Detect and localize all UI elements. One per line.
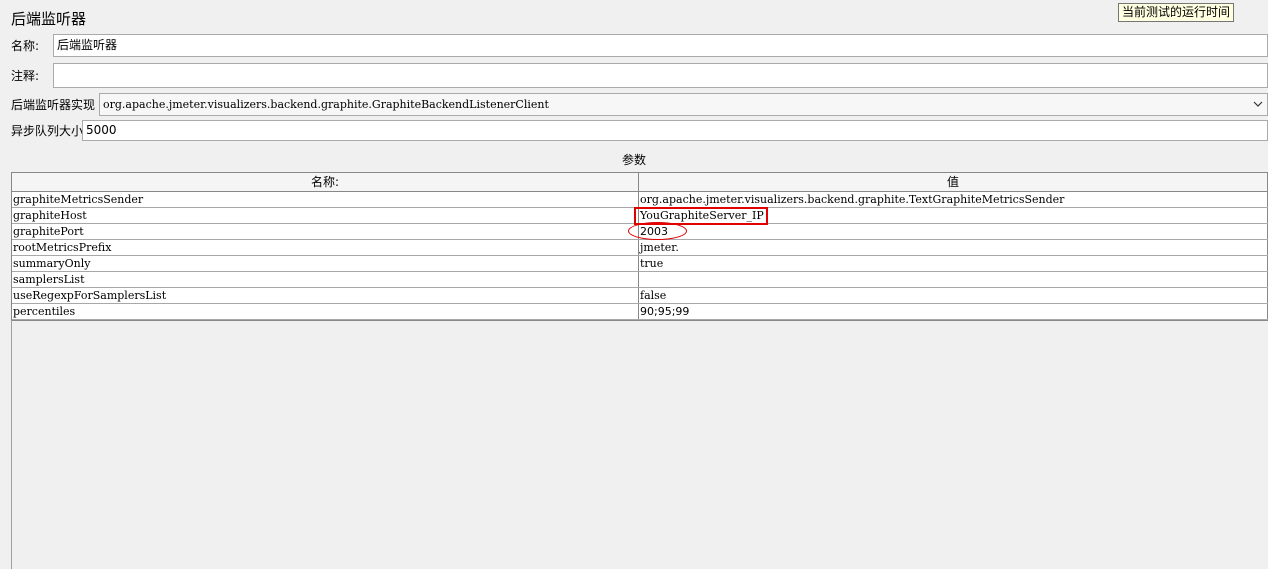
name-label: 名称: [11,39,40,53]
param-name[interactable]: percentiles [12,304,639,319]
impl-label: 后端监听器实现 [11,98,96,112]
param-value[interactable]: false [639,288,1268,303]
params-table: 名称: 值 graphiteMetricsSender org.apache.j… [11,172,1268,321]
table-row[interactable]: samplersList [12,272,1268,288]
param-value[interactable]: true [639,256,1268,271]
elapsed-time-tooltip: 当前测试的运行时间 [1118,3,1235,22]
param-name[interactable]: graphitePort [12,224,639,239]
chevron-down-icon[interactable] [1253,95,1263,120]
param-name[interactable]: graphiteMetricsSender [12,192,639,207]
impl-select[interactable]: org.apache.jmeter.visualizers.backend.gr… [99,93,1268,116]
table-row[interactable]: useRegexpForSamplersList false [12,288,1268,304]
param-name[interactable]: summaryOnly [12,256,639,271]
param-value[interactable]: jmeter. [639,240,1268,255]
param-value[interactable]: org.apache.jmeter.visualizers.backend.gr… [639,192,1268,207]
param-value[interactable]: 90;95;99 [639,304,1268,319]
queue-size-label: 异步队列大小 [11,124,84,138]
queue-size-field[interactable]: 5000 [82,120,1268,141]
params-section-title: 参数 [621,153,646,167]
page-title: 后端监听器 [11,10,87,28]
table-area-edge [11,320,12,569]
param-value[interactable]: 2003 [639,224,1268,239]
table-header: 名称: 值 [12,173,1268,192]
column-header-value[interactable]: 值 [639,173,1268,191]
param-value[interactable] [639,272,1268,287]
param-name[interactable]: rootMetricsPrefix [12,240,639,255]
table-row[interactable]: rootMetricsPrefix jmeter. [12,240,1268,256]
table-row[interactable]: graphiteMetricsSender org.apache.jmeter.… [12,192,1268,208]
column-header-name[interactable]: 名称: [12,173,639,191]
param-name[interactable]: graphiteHost [12,208,639,223]
comment-label: 注释: [11,69,40,83]
param-name[interactable]: useRegexpForSamplersList [12,288,639,303]
table-row[interactable]: summaryOnly true [12,256,1268,272]
param-name[interactable]: samplersList [12,272,639,287]
name-field[interactable]: 后端监听器 [53,34,1268,57]
impl-select-value: org.apache.jmeter.visualizers.backend.gr… [103,98,549,111]
comment-field[interactable] [53,63,1268,88]
port-highlight-ellipse [628,222,687,240]
table-row[interactable]: percentiles 90;95;99 [12,304,1268,320]
